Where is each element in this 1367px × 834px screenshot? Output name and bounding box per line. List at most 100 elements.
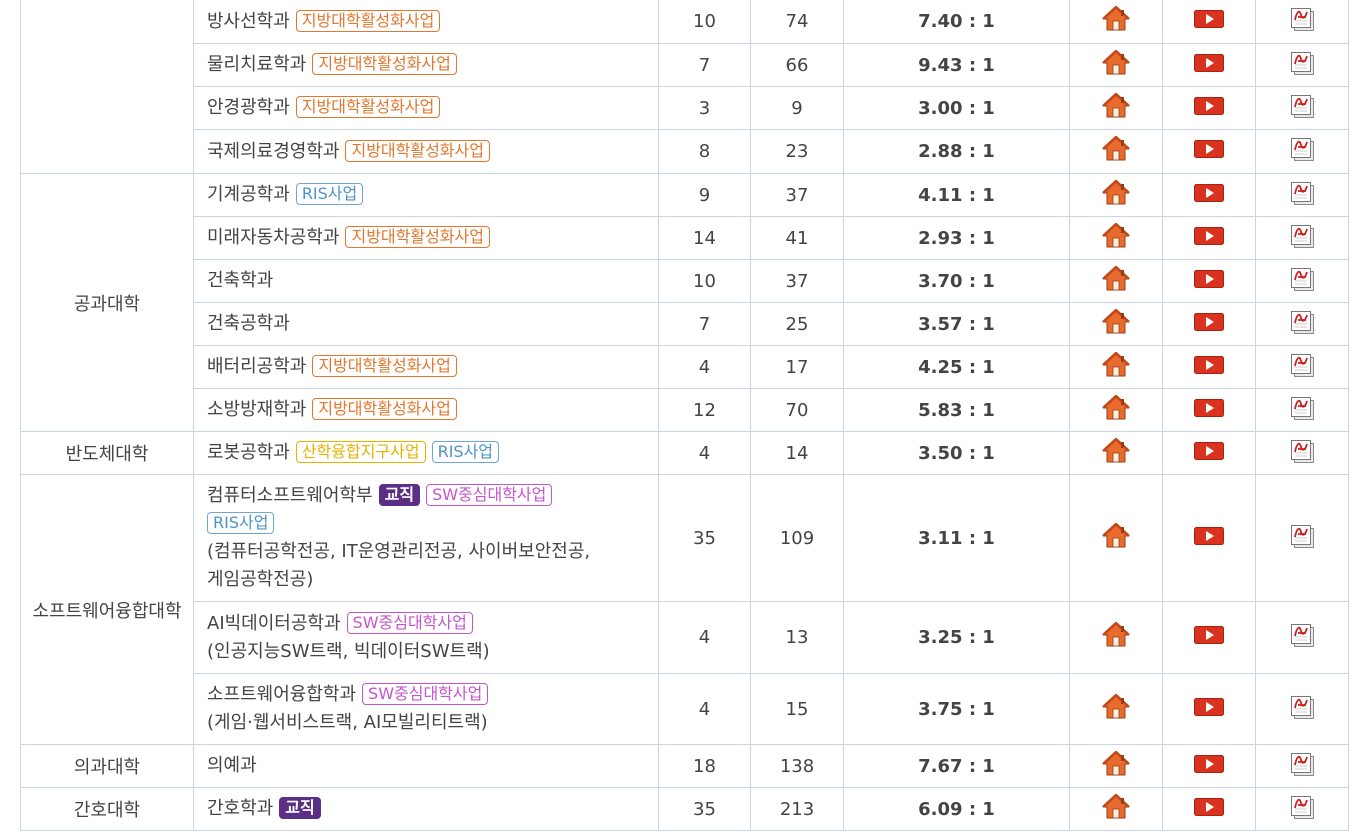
video-icon[interactable] (1194, 398, 1224, 422)
video-icon[interactable] (1194, 754, 1224, 778)
home-link-cell[interactable] (1069, 0, 1163, 44)
pdf-link-cell[interactable] (1255, 0, 1349, 44)
video-link-cell[interactable] (1162, 474, 1256, 602)
video-link-cell[interactable] (1162, 173, 1256, 217)
home-icon[interactable] (1102, 49, 1130, 81)
pdf-icon[interactable] (1289, 50, 1315, 81)
video-icon[interactable] (1194, 183, 1224, 207)
video-icon[interactable] (1194, 697, 1224, 721)
pdf-icon[interactable] (1289, 751, 1315, 782)
home-link-cell[interactable] (1069, 474, 1163, 602)
home-icon[interactable] (1102, 5, 1130, 37)
home-icon[interactable] (1102, 793, 1130, 825)
video-icon[interactable] (1194, 269, 1224, 293)
video-link-cell[interactable] (1162, 388, 1256, 432)
video-link-cell[interactable] (1162, 302, 1256, 346)
video-icon[interactable] (1194, 96, 1224, 120)
pdf-icon[interactable] (1289, 352, 1315, 383)
video-link-cell[interactable] (1162, 787, 1256, 831)
video-icon[interactable] (1194, 10, 1224, 33)
home-link-cell[interactable] (1069, 388, 1163, 432)
pdf-icon[interactable] (1289, 309, 1315, 340)
home-icon[interactable] (1102, 222, 1130, 254)
department-name: 배터리공학과 (207, 356, 307, 377)
video-icon[interactable] (1194, 441, 1224, 465)
pdf-link-cell[interactable] (1255, 388, 1349, 432)
home-link-cell[interactable] (1069, 86, 1163, 130)
video-icon[interactable] (1194, 355, 1224, 379)
pdf-link-cell[interactable] (1255, 216, 1349, 260)
pdf-link-cell[interactable] (1255, 302, 1349, 346)
pdf-link-cell[interactable] (1255, 43, 1349, 87)
video-icon[interactable] (1194, 312, 1224, 336)
pdf-icon[interactable] (1289, 395, 1315, 426)
video-link-cell[interactable] (1162, 673, 1256, 745)
pdf-link-cell[interactable] (1255, 787, 1349, 831)
home-link-cell[interactable] (1069, 259, 1163, 303)
home-icon[interactable] (1102, 92, 1130, 124)
pdf-icon[interactable] (1289, 794, 1315, 825)
video-link-cell[interactable] (1162, 345, 1256, 389)
home-icon[interactable] (1102, 135, 1130, 167)
home-icon[interactable] (1102, 693, 1130, 725)
pdf-link-cell[interactable] (1255, 173, 1349, 217)
pdf-link-cell[interactable] (1255, 129, 1349, 174)
pdf-icon[interactable] (1289, 223, 1315, 254)
home-link-cell[interactable] (1069, 129, 1163, 174)
video-icon[interactable] (1194, 53, 1224, 77)
home-link-cell[interactable] (1069, 601, 1163, 674)
pdf-icon[interactable] (1289, 136, 1315, 167)
home-link-cell[interactable] (1069, 216, 1163, 260)
pdf-icon[interactable] (1289, 622, 1315, 653)
video-link-cell[interactable] (1162, 601, 1256, 674)
applicant-count: 74 (750, 0, 844, 44)
home-icon[interactable] (1102, 621, 1130, 653)
pdf-icon[interactable] (1289, 438, 1315, 469)
video-link-cell[interactable] (1162, 431, 1256, 475)
home-link-cell[interactable] (1069, 431, 1163, 475)
home-link-cell[interactable] (1069, 302, 1163, 346)
home-icon[interactable] (1102, 437, 1130, 469)
video-link-cell[interactable] (1162, 43, 1256, 87)
pdf-link-cell[interactable] (1255, 744, 1349, 788)
pdf-link-cell[interactable] (1255, 601, 1349, 674)
pdf-link-cell[interactable] (1255, 259, 1349, 303)
video-link-cell[interactable] (1162, 86, 1256, 130)
pdf-link-cell[interactable] (1255, 673, 1349, 745)
video-link-cell[interactable] (1162, 0, 1256, 44)
pdf-icon[interactable] (1289, 180, 1315, 211)
pdf-icon[interactable] (1289, 523, 1315, 554)
pdf-icon[interactable] (1289, 694, 1315, 725)
video-link-cell[interactable] (1162, 216, 1256, 260)
video-link-cell[interactable] (1162, 259, 1256, 303)
video-icon[interactable] (1194, 140, 1224, 163)
home-icon[interactable] (1102, 351, 1130, 383)
video-icon[interactable] (1194, 526, 1224, 550)
home-link-cell[interactable] (1069, 673, 1163, 745)
pdf-link-cell[interactable] (1255, 345, 1349, 389)
department-name: 소프트웨어융합학과 (207, 684, 357, 705)
home-icon[interactable] (1102, 750, 1130, 782)
video-icon[interactable] (1194, 797, 1224, 821)
home-icon[interactable] (1102, 522, 1130, 554)
home-icon[interactable] (1102, 394, 1130, 426)
pdf-link-cell[interactable] (1255, 86, 1349, 130)
home-link-cell[interactable] (1069, 43, 1163, 87)
home-icon[interactable] (1102, 308, 1130, 340)
video-link-cell[interactable] (1162, 129, 1256, 174)
competition-ratio: 2.88 : 1 (843, 129, 1070, 174)
home-link-cell[interactable] (1069, 744, 1163, 788)
video-link-cell[interactable] (1162, 744, 1256, 788)
pdf-link-cell[interactable] (1255, 431, 1349, 475)
pdf-icon[interactable] (1289, 93, 1315, 124)
home-icon[interactable] (1102, 179, 1130, 211)
pdf-icon[interactable] (1289, 6, 1315, 37)
pdf-icon[interactable] (1289, 266, 1315, 297)
video-icon[interactable] (1194, 626, 1224, 649)
video-icon[interactable] (1194, 226, 1224, 250)
pdf-link-cell[interactable] (1255, 474, 1349, 602)
home-link-cell[interactable] (1069, 173, 1163, 217)
home-icon[interactable] (1102, 265, 1130, 297)
home-link-cell[interactable] (1069, 345, 1163, 389)
home-link-cell[interactable] (1069, 787, 1163, 831)
